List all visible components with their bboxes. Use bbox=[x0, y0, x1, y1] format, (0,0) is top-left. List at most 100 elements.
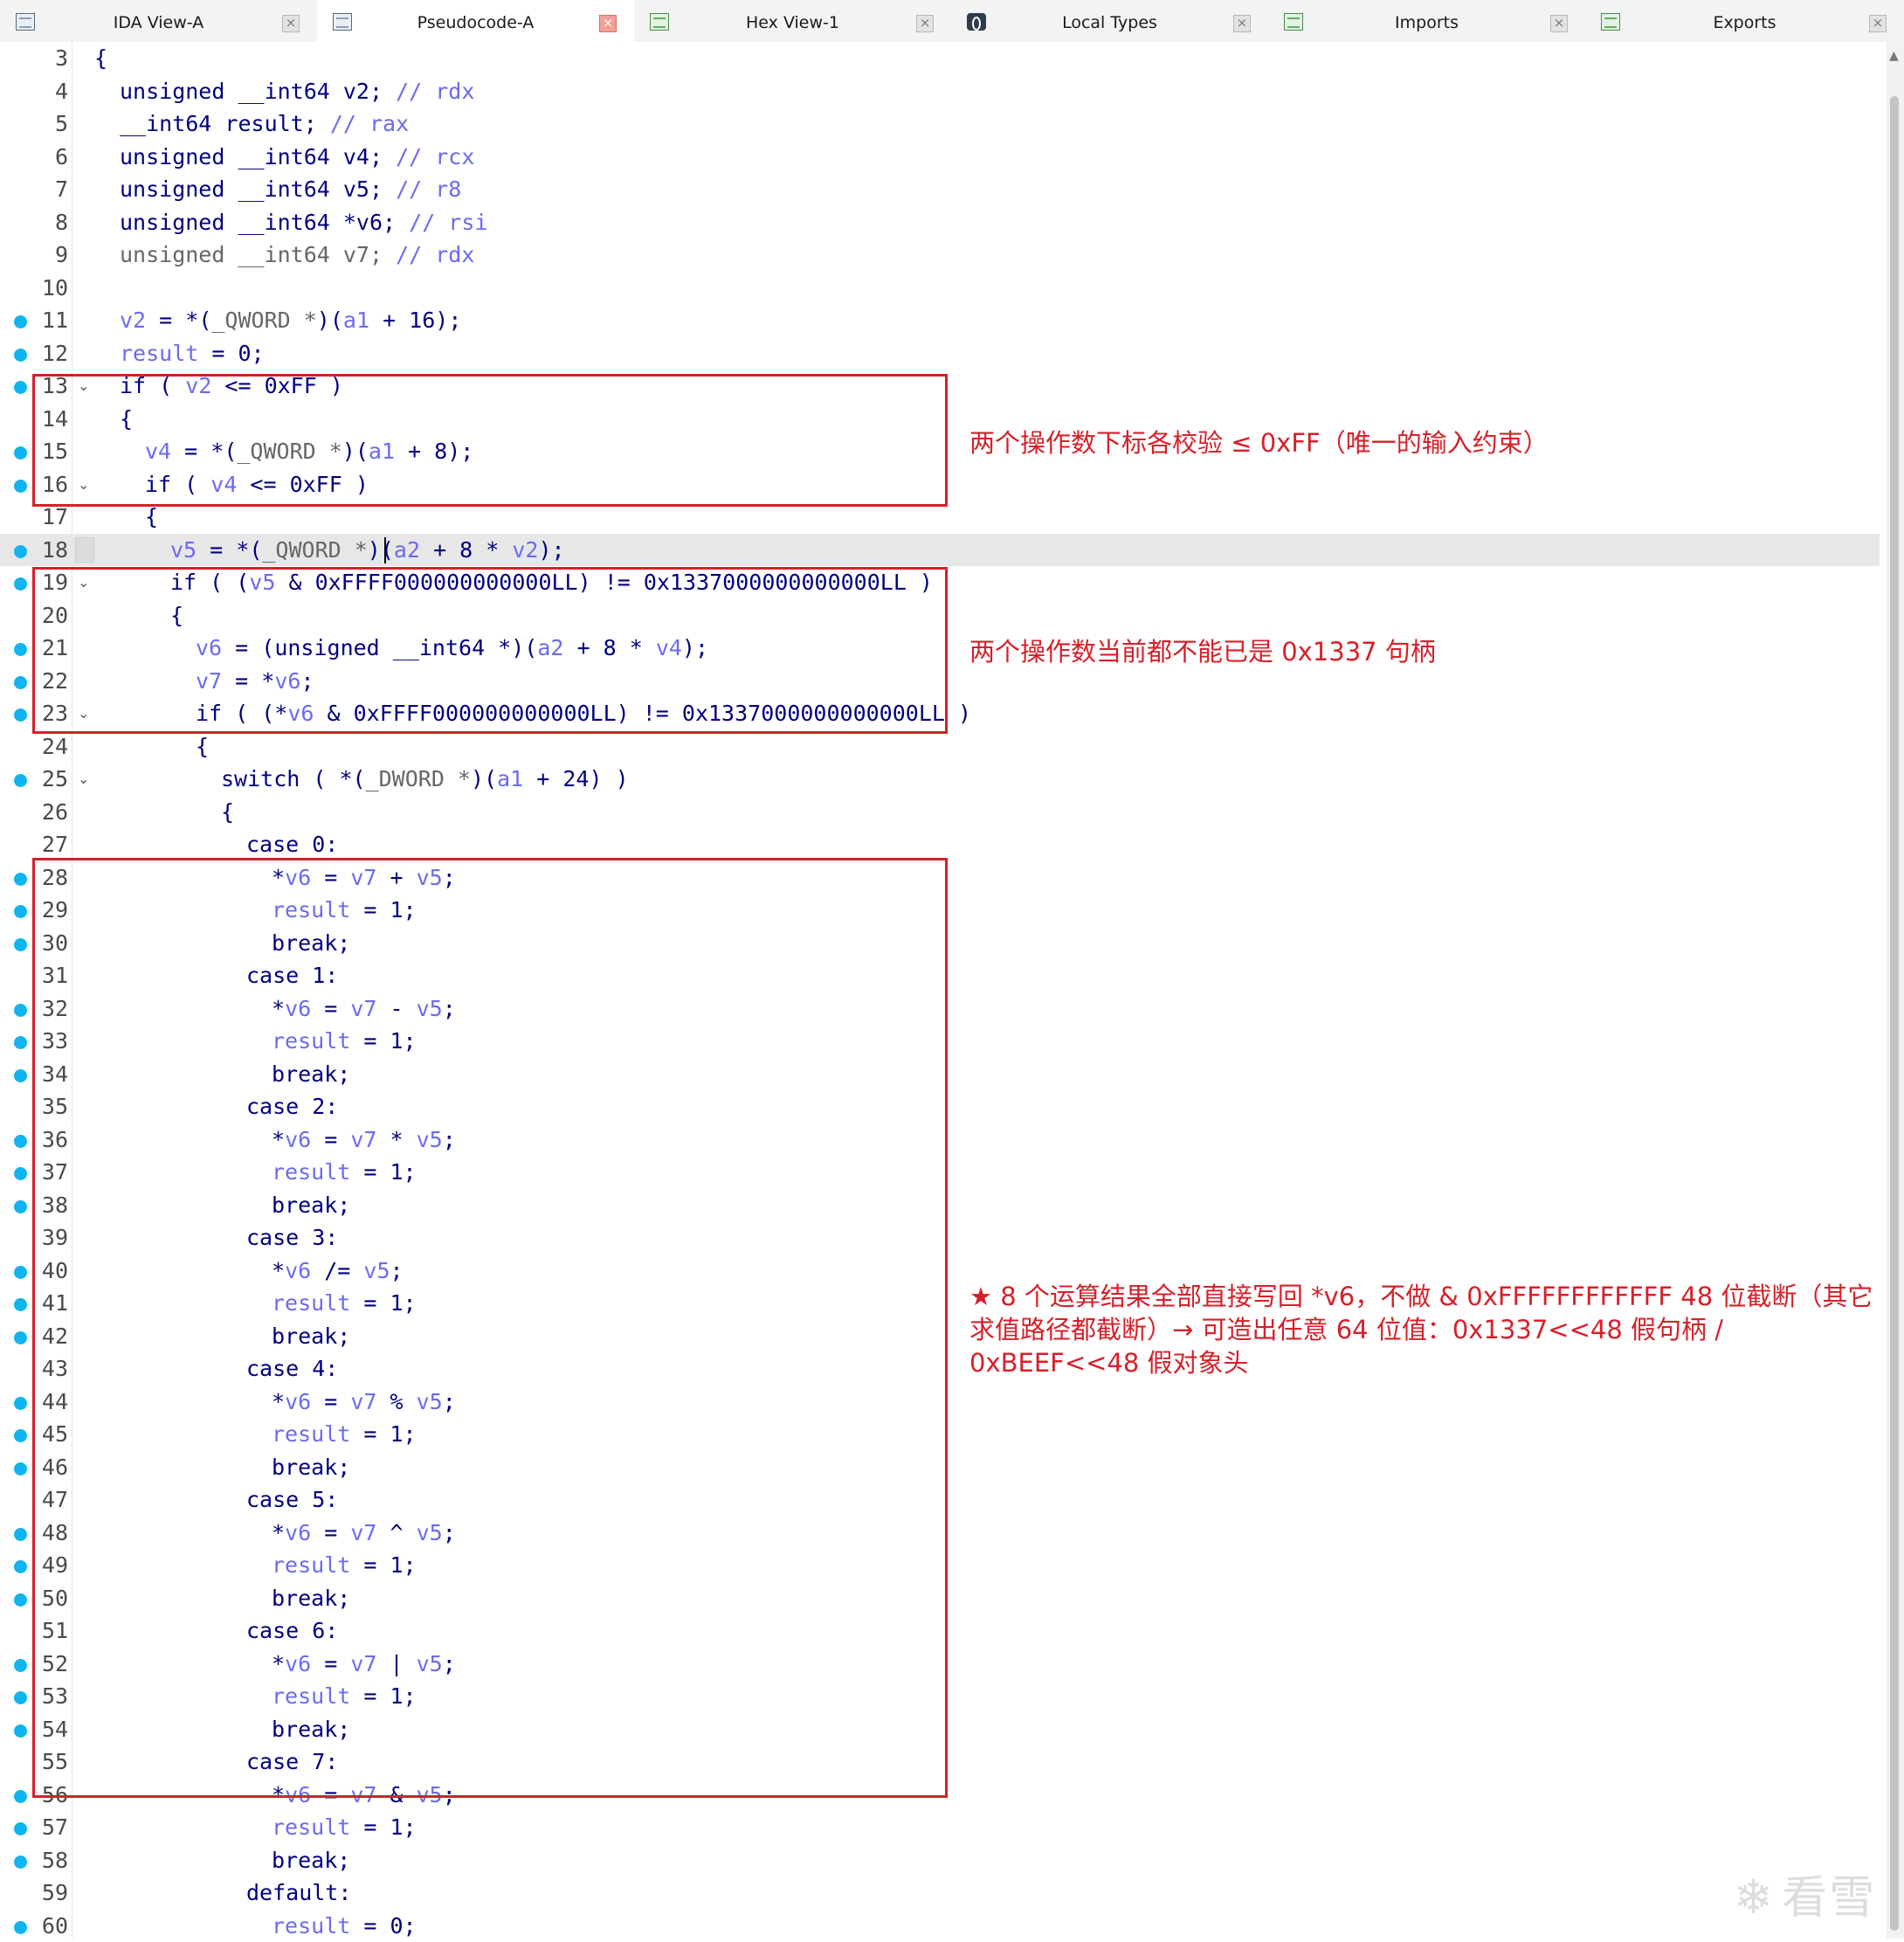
code-text[interactable]: break; bbox=[272, 1844, 350, 1877]
code-text[interactable]: switch ( *(_DWORD *)(a1 + 24) ) bbox=[221, 763, 629, 796]
tab-pseudocode-a[interactable]: Pseudocode-A × bbox=[317, 0, 635, 42]
breakpoint-dot-icon[interactable] bbox=[14, 676, 27, 689]
code-line[interactable]: 10 bbox=[0, 272, 1880, 305]
line-number: 27 bbox=[31, 828, 68, 861]
code-line[interactable]: 7unsigned __int64 v5; // r8 bbox=[0, 173, 1880, 206]
code-text[interactable]: { bbox=[94, 42, 107, 75]
breakpoint-dot-icon[interactable] bbox=[14, 1200, 27, 1213]
breakpoint-dot-icon[interactable] bbox=[14, 905, 27, 918]
tab-label: Hex View-1 bbox=[686, 0, 899, 45]
code-line[interactable]: 24{ bbox=[0, 730, 1880, 764]
breakpoint-dot-icon[interactable] bbox=[14, 1004, 27, 1017]
tab-exports[interactable]: Exports × bbox=[1585, 0, 1904, 42]
tab-label: Pseudocode-A bbox=[369, 0, 582, 45]
breakpoint-dot-icon[interactable] bbox=[14, 1691, 27, 1704]
breakpoint-dot-icon[interactable] bbox=[14, 381, 27, 394]
code-text[interactable]: default: bbox=[246, 1876, 351, 1910]
breakpoint-dot-icon[interactable] bbox=[14, 1528, 27, 1541]
code-line[interactable]: 3{ bbox=[0, 42, 1880, 75]
breakpoint-dot-icon[interactable] bbox=[14, 708, 27, 722]
code-text[interactable]: unsigned __int64 v4; // rcx bbox=[120, 141, 474, 174]
code-identifier: // rdx bbox=[396, 79, 474, 104]
breakpoint-dot-icon[interactable] bbox=[14, 1036, 27, 1049]
code-token: { bbox=[94, 45, 107, 71]
code-line[interactable]: 11v2 = *(_QWORD *)(a1 + 16); bbox=[0, 304, 1880, 337]
code-line[interactable]: 57result = 1; bbox=[0, 1811, 1880, 1844]
code-text[interactable]: unsigned __int64 v5; // r8 bbox=[120, 173, 461, 206]
line-number: 60 bbox=[31, 1910, 68, 1942]
code-token: + 24) ) bbox=[523, 766, 628, 791]
breakpoint-dot-icon[interactable] bbox=[14, 1659, 27, 1672]
breakpoint-dot-icon[interactable] bbox=[14, 1266, 27, 1279]
code-line[interactable]: 25⌄switch ( *(_DWORD *)(a1 + 24) ) bbox=[0, 763, 1880, 796]
code-text[interactable]: result = 1; bbox=[272, 1811, 417, 1844]
code-line[interactable]: 26{ bbox=[0, 796, 1880, 829]
tab-local-types[interactable]: Local Types × bbox=[951, 0, 1269, 42]
fold-chevron-icon[interactable]: ⌄ bbox=[78, 763, 89, 796]
breakpoint-dot-icon[interactable] bbox=[14, 349, 27, 362]
code-identifier: a2 bbox=[394, 537, 420, 563]
code-text[interactable]: v5 = *(_QWORD *)(a2 + 8 * v2); bbox=[170, 534, 565, 567]
breakpoint-dot-icon[interactable] bbox=[14, 1397, 27, 1410]
breakpoint-dot-icon[interactable] bbox=[14, 1921, 27, 1934]
code-line[interactable]: 4 unsigned __int64 v2; // rdx bbox=[0, 75, 1880, 108]
tab-hex-view-1[interactable]: Hex View-1 × bbox=[634, 0, 952, 42]
line-number: 4 bbox=[31, 75, 68, 108]
breakpoint-dot-icon[interactable] bbox=[14, 643, 27, 656]
breakpoint-dot-icon[interactable] bbox=[14, 1822, 27, 1835]
code-token: unsigned __int64 v7; bbox=[120, 242, 396, 267]
breakpoint-dot-icon[interactable] bbox=[14, 446, 27, 460]
code-line[interactable]: 59default: bbox=[0, 1876, 1880, 1910]
breakpoint-dot-icon[interactable] bbox=[14, 1856, 27, 1869]
breakpoint-dot-icon[interactable] bbox=[14, 1429, 27, 1442]
breakpoint-dot-icon[interactable] bbox=[14, 1724, 27, 1738]
code-text[interactable]: case 0: bbox=[246, 828, 338, 861]
code-identifier: result bbox=[272, 1814, 350, 1840]
scrollbar-thumb[interactable] bbox=[1890, 96, 1899, 1931]
tab-imports[interactable]: Imports × bbox=[1268, 0, 1586, 42]
breakpoint-dot-icon[interactable] bbox=[14, 480, 27, 493]
close-icon[interactable]: × bbox=[1869, 15, 1887, 32]
breakpoint-dot-icon[interactable] bbox=[14, 938, 27, 951]
scroll-up-arrow-icon[interactable]: ▲ bbox=[1889, 49, 1899, 63]
breakpoint-dot-icon[interactable] bbox=[14, 1790, 27, 1803]
code-text[interactable]: v2 = *(_QWORD *)(a1 + 16); bbox=[120, 304, 461, 337]
breakpoint-dot-icon[interactable] bbox=[14, 774, 27, 787]
breakpoint-dot-icon[interactable] bbox=[14, 315, 27, 328]
breakpoint-dot-icon[interactable] bbox=[14, 1560, 27, 1573]
tab-ida-view-a[interactable]: IDA View-A × bbox=[0, 0, 318, 42]
breakpoint-dot-icon[interactable] bbox=[14, 1069, 27, 1082]
breakpoint-dot-icon[interactable] bbox=[14, 1331, 27, 1344]
code-line[interactable]: 18v5 = *(_QWORD *)(a2 + 8 * v2); bbox=[0, 534, 1880, 567]
code-text[interactable]: { bbox=[196, 730, 209, 764]
code-text[interactable]: unsigned __int64 v7; // rdx bbox=[120, 238, 474, 272]
close-icon[interactable]: × bbox=[282, 15, 300, 32]
breakpoint-dot-icon[interactable] bbox=[14, 577, 27, 591]
breakpoint-dot-icon[interactable] bbox=[14, 1167, 27, 1180]
breakpoint-dot-icon[interactable] bbox=[14, 1298, 27, 1311]
breakpoint-dot-icon[interactable] bbox=[14, 873, 27, 886]
code-line[interactable]: 58break; bbox=[0, 1844, 1880, 1877]
breakpoint-dot-icon[interactable] bbox=[14, 545, 27, 558]
close-icon[interactable]: × bbox=[916, 15, 934, 32]
close-icon[interactable]: × bbox=[1550, 15, 1568, 32]
code-text[interactable]: unsigned __int64 *v6; // rsi bbox=[120, 206, 487, 239]
code-text[interactable]: unsigned __int64 v2; // rdx bbox=[120, 75, 474, 108]
code-text[interactable]: __int64 result; // rax bbox=[120, 107, 409, 141]
code-line[interactable]: 27 case 0: bbox=[0, 828, 1880, 861]
code-line[interactable]: 5__int64 result; // rax bbox=[0, 107, 1880, 141]
code-text[interactable]: { bbox=[221, 796, 234, 829]
breakpoint-dot-icon[interactable] bbox=[14, 1462, 27, 1476]
code-text[interactable]: result = 0; bbox=[272, 1910, 417, 1942]
close-icon[interactable]: × bbox=[1233, 15, 1251, 32]
breakpoint-dot-icon[interactable] bbox=[14, 1593, 27, 1607]
breakpoint-dot-icon[interactable] bbox=[14, 1135, 27, 1148]
code-line[interactable]: 6unsigned __int64 v4; // rcx bbox=[0, 141, 1880, 174]
code-line[interactable]: 8unsigned __int64 *v6; // rsi bbox=[0, 206, 1880, 239]
code-text[interactable]: result = 0; bbox=[120, 337, 265, 370]
code-line[interactable]: 9unsigned __int64 v7; // rdx bbox=[0, 238, 1880, 272]
close-icon[interactable]: × bbox=[599, 15, 617, 32]
code-token: case 0: bbox=[246, 832, 338, 857]
code-line[interactable]: 12result = 0; bbox=[0, 337, 1880, 370]
code-line[interactable]: 60 result = 0; bbox=[0, 1910, 1880, 1942]
